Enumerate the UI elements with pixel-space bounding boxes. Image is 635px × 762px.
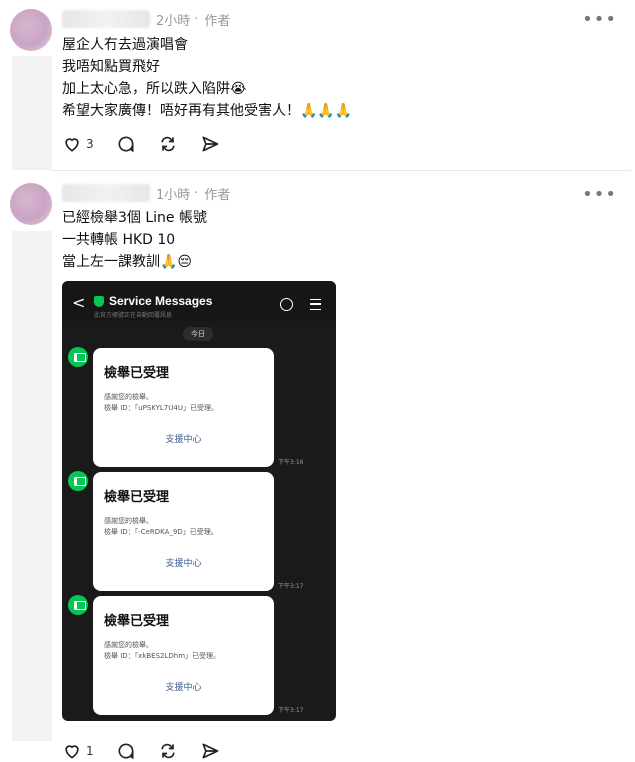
share-icon bbox=[202, 136, 218, 152]
chat-title: Service Messages bbox=[109, 294, 213, 308]
support-center-link: 支援中心 bbox=[165, 683, 202, 693]
post-line: 當上左一課教訓🙏😔 bbox=[62, 254, 193, 270]
message-time: 下午3:17 bbox=[278, 583, 304, 590]
back-icon: < bbox=[72, 293, 86, 312]
message-time: 下午3:16 bbox=[278, 459, 304, 466]
menu-icon bbox=[310, 299, 321, 310]
post-line: 我唔知點買飛好 bbox=[62, 59, 160, 75]
post-text: 屋企人冇去過演唱會 我唔知點買飛好 加上太心急，所以跌入陷阱😭 希望大家廣傳！唔… bbox=[62, 34, 352, 122]
comment-icon bbox=[118, 136, 134, 153]
username-blurred[interactable] bbox=[62, 10, 150, 28]
line-chat-header: < Service Messages 此官方帳號正在自動回覆訊息 bbox=[62, 281, 336, 321]
post-actions: 1 bbox=[62, 740, 242, 762]
heart-icon bbox=[65, 745, 79, 759]
repost-button[interactable] bbox=[158, 741, 178, 761]
like-button[interactable]: 3 bbox=[62, 134, 94, 154]
message-card: 檢舉已受理 感謝您的檢舉。 檢舉 ID：「xkBES2LDhm」已受理。 支援中… bbox=[93, 596, 274, 715]
like-count: 3 bbox=[86, 137, 94, 151]
comment-button[interactable] bbox=[116, 741, 136, 761]
author-tag: 作者 bbox=[204, 13, 231, 29]
repost-button[interactable] bbox=[158, 134, 178, 154]
post-meta: 2小時 · 作者 bbox=[62, 10, 231, 29]
message-card: 檢舉已受理 感謝您的檢舉。 檢舉 ID：「-CeRDKA_9D」已受理。 支援中… bbox=[93, 472, 274, 591]
heart-icon bbox=[65, 138, 79, 152]
repost-icon bbox=[160, 136, 175, 152]
post-text: 已經檢舉3個 Line 帳號 一共轉帳 HKD 10 當上左一課教訓🙏😔 bbox=[62, 207, 207, 273]
meta-separator: · bbox=[194, 185, 199, 201]
card-report-id: 檢舉 ID：「uPSKYL7U4U」已受理。 bbox=[104, 404, 218, 412]
megaphone-icon bbox=[68, 347, 88, 367]
post-time: 1小時 bbox=[156, 187, 191, 203]
avatar[interactable] bbox=[10, 9, 52, 51]
message-card: 檢舉已受理 感謝您的檢舉。 檢舉 ID：「uPSKYL7U4U」已受理。 支援中… bbox=[93, 348, 274, 467]
meta-separator: · bbox=[194, 11, 199, 27]
card-thanks: 感謝您的檢舉。 bbox=[104, 517, 153, 525]
author-tag: 作者 bbox=[204, 187, 231, 203]
shield-icon bbox=[94, 296, 104, 307]
date-label: 今日 bbox=[183, 327, 213, 341]
thread-line bbox=[12, 56, 52, 170]
megaphone-icon bbox=[68, 595, 88, 615]
chat-subtitle: 此官方帳號正在自動回覆訊息 bbox=[94, 312, 173, 319]
post-actions: 3 bbox=[62, 133, 242, 155]
card-title: 檢舉已受理 bbox=[104, 614, 170, 629]
card-thanks: 感謝您的檢舉。 bbox=[104, 641, 153, 649]
attached-screenshot[interactable]: < Service Messages 此官方帳號正在自動回覆訊息 今日 檢舉已受… bbox=[62, 281, 336, 721]
card-report-id: 檢舉 ID：「-CeRDKA_9D」已受理。 bbox=[104, 528, 218, 536]
card-title: 檢舉已受理 bbox=[104, 366, 170, 381]
thread-line bbox=[12, 231, 52, 741]
comment-button[interactable] bbox=[116, 134, 136, 154]
post-line: 屋企人冇去過演唱會 bbox=[62, 37, 188, 53]
share-button[interactable] bbox=[200, 741, 220, 761]
post-line: 希望大家廣傳！唔好再有其他受害人！🙏🙏🙏 bbox=[62, 103, 353, 119]
post-time: 2小時 bbox=[156, 13, 191, 29]
share-icon bbox=[202, 743, 218, 759]
post-1: 2小時 · 作者 ••• 屋企人冇去過演唱會 我唔知點買飛好 加上太心急，所以跌… bbox=[0, 0, 635, 170]
post-line: 一共轉帳 HKD 10 bbox=[62, 232, 176, 248]
like-count: 1 bbox=[86, 744, 94, 758]
more-options-button[interactable]: ••• bbox=[582, 11, 617, 29]
support-center-link: 支援中心 bbox=[165, 435, 202, 445]
avatar[interactable] bbox=[10, 183, 52, 225]
username-blurred[interactable] bbox=[62, 184, 150, 202]
share-button[interactable] bbox=[200, 134, 220, 154]
post-line: 加上太心急，所以跌入陷阱😭 bbox=[62, 81, 247, 97]
more-options-button[interactable]: ••• bbox=[582, 186, 617, 204]
repost-icon bbox=[160, 743, 175, 759]
card-report-id: 檢舉 ID：「xkBES2LDhm」已受理。 bbox=[104, 652, 221, 660]
post-meta: 1小時 · 作者 bbox=[62, 184, 231, 203]
clock-icon bbox=[280, 298, 293, 311]
card-thanks: 感謝您的檢舉。 bbox=[104, 393, 153, 401]
like-button[interactable]: 1 bbox=[62, 741, 94, 761]
support-center-link: 支援中心 bbox=[165, 559, 202, 569]
comment-icon bbox=[118, 743, 134, 760]
card-title: 檢舉已受理 bbox=[104, 490, 170, 505]
megaphone-icon bbox=[68, 471, 88, 491]
post-line: 已經檢舉3個 Line 帳號 bbox=[62, 210, 207, 226]
message-time: 下午3:17 bbox=[278, 707, 304, 714]
